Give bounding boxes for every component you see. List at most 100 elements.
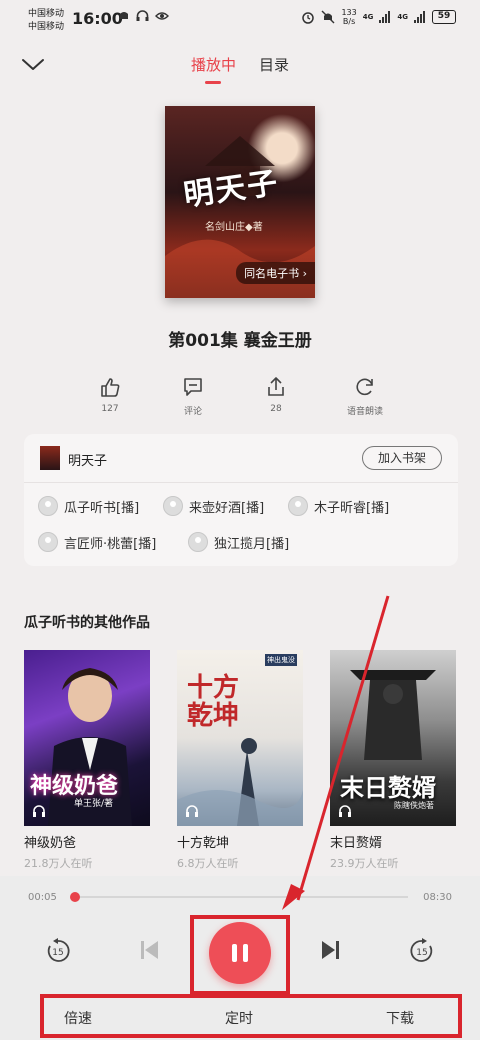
download-button[interactable]: 下载 [386,1008,414,1028]
avatar [288,496,308,516]
like-button[interactable]: 127 [80,376,140,414]
net-speed: 133 B/s [341,8,356,26]
alarm-icon [302,12,315,24]
speed-button[interactable]: 倍速 [64,1008,92,1028]
work-cover: 末日赘婿 陈瞎佚炮著 [330,650,456,826]
headphone-icon [33,805,45,817]
card-divider [24,482,458,483]
work-listeners: 23.9万人在听 [330,857,399,870]
status-right-icons: 133 B/s 4G 4G 59 [301,8,456,26]
tab-active-indicator [205,81,221,84]
add-to-shelf-button[interactable]: 加入书架 [362,446,442,470]
comment-icon [184,378,202,396]
work-name: 末日赘婿 [330,836,383,851]
carrier-2: 中国移动 [28,22,65,32]
rewind-15-button[interactable]: 15 [44,937,72,969]
share-count: 28 [270,404,282,414]
work-cover-title: 末日赘婿 [340,773,436,802]
progress-bar[interactable] [70,892,408,902]
pause-button[interactable] [209,922,271,984]
work-cover: 神级奶爸 单王张/著 [24,650,150,826]
progress-thumb[interactable] [70,892,81,902]
avatar [188,532,208,552]
work-card[interactable]: 神级奶爸 单王张/著 神级奶爸 21.8万人在听 [24,650,150,871]
book-thumbnail[interactable] [40,446,60,470]
work-card[interactable]: 末日赘婿 陈瞎佚炮著 末日赘婿 23.9万人在听 [330,650,456,871]
cover-author: 名剑山庄◆著 [205,222,263,233]
timer-button[interactable]: 定时 [225,1008,253,1028]
player-panel: 00:05 08:30 15 15 倍速 定时 下载 [0,876,480,1040]
eye-icon [155,12,169,20]
narrator-name: 独江揽月[播] [214,536,290,552]
net-speed-value: 133 [341,8,357,17]
comment-button[interactable]: 评论 [163,376,223,417]
narrator-item[interactable]: 来壶好酒[播] [163,496,264,516]
signal-1-icon [379,11,391,23]
forward-15-button[interactable]: 15 [408,937,436,969]
like-count: 127 [101,404,119,414]
thumbs-up-icon [101,378,120,397]
headphone-icon [136,10,149,21]
headphone-icon [186,805,198,817]
total-time: 08:30 [423,892,452,903]
carrier-1: 中国移动 [28,9,65,19]
narrator-name: 木子昕睿[播] [314,500,390,516]
net-speed-unit: B/s [342,17,356,26]
work-name: 神级奶爸 [24,836,77,851]
signal-1-label: 4G [362,13,374,21]
avatar [38,496,58,516]
work-cover-tag: 神出鬼没 [265,654,297,666]
pause-icon [232,944,237,962]
other-works-list: 神级奶爸 单王张/著 神级奶爸 21.8万人在听 神出鬼没 十方乾坤 十方乾坤 … [24,650,480,880]
narrator-name: 来壶好酒[播] [189,500,265,516]
signal-2-label: 4G [397,13,408,21]
other-works-heading: 瓜子听书的其他作品 [24,615,150,631]
previous-button[interactable] [138,938,162,966]
ebook-link[interactable]: 同名电子书 › [236,262,315,284]
status-time: 16:00 [72,9,123,28]
work-cover-author: 单王张/著 [74,799,114,809]
work-card[interactable]: 神出鬼没 十方乾坤 十方乾坤 6.8万人在听 [177,650,303,871]
work-listeners: 6.8万人在听 [177,857,239,870]
tab-bar: 播放中 目录 [0,52,480,86]
book-cover[interactable]: 明天子 名剑山庄◆著 同名电子书 › [165,106,315,298]
work-cover: 神出鬼没 十方乾坤 [177,650,303,826]
action-row: 127 评论 28 语音朗读 [0,376,480,426]
mute-icon [321,10,335,24]
forward-icon: 15 [410,938,433,962]
headphone-icon [339,805,351,817]
battery-indicator: 59 [432,10,456,24]
skip-next-icon [322,941,339,959]
rewind-icon: 15 [47,938,70,962]
share-button[interactable]: 28 [246,376,306,414]
share-icon [268,377,284,396]
narrator-item[interactable]: 木子昕睿[播] [288,496,389,516]
next-button[interactable] [318,938,342,966]
tts-button[interactable]: 语音朗读 [335,376,395,417]
refresh-icon [356,378,373,396]
current-time: 00:05 [28,892,57,903]
work-cover-title: 十方乾坤 [187,673,240,731]
book-info-card: 明天子 加入书架 瓜子听书[播] 来壶好酒[播] 木子昕睿[播] 言匠师·桃蕾[… [24,434,458,566]
narrator-item[interactable]: 言匠师·桃蕾[播] [38,532,156,552]
avatar [163,496,183,516]
narrator-name: 言匠师·桃蕾[播] [64,536,157,552]
forward-seconds: 15 [416,948,427,958]
tab-playing[interactable]: 播放中 [191,54,236,75]
narrator-item[interactable]: 独江揽月[播] [188,532,289,552]
signal-2-icon [414,11,425,23]
narrator-item[interactable]: 瓜子听书[播] [38,496,139,516]
tab-catalog[interactable]: 目录 [259,54,289,75]
comment-label: 评论 [183,407,202,417]
book-name[interactable]: 明天子 [68,450,107,469]
work-listeners: 21.8万人在听 [24,857,93,870]
skip-previous-icon [141,941,158,959]
narrator-name: 瓜子听书[播] [64,500,140,516]
episode-title: 第001集 襄金王册 [168,331,312,351]
notification-icon [120,12,128,19]
rewind-seconds: 15 [52,948,63,958]
work-name: 十方乾坤 [177,836,230,851]
tts-label: 语音朗读 [346,407,383,417]
avatar [38,532,58,552]
status-left-icons [118,10,169,22]
